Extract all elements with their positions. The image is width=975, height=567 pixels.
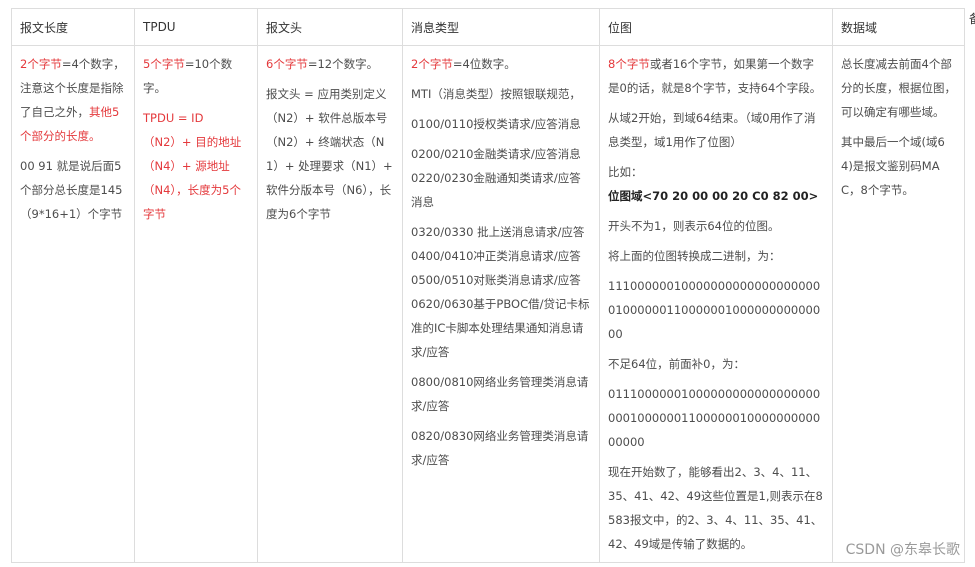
text: =4位数字。 [452,57,516,71]
text: =12个数字。 [307,57,379,71]
paragraph: 00 91 就是说后面5个部分总长度是145（9*16+1）个字节 [20,159,123,221]
cell-tpdu: 5个字节=10个数字。 TPDU = ID （N2）+ 目的地址 （N4）+ 源地址… [134,45,258,563]
paragraph: 现在开始数了，能够看出2、3、4、11、35、41、42、49这些位置是1,则表… [608,465,823,551]
header-message-length: 报文长度 [11,8,135,46]
highlight-text: 8个字节 [608,57,650,71]
truncated-header-char: 备 [969,10,975,27]
highlight-text: 2个字节 [20,57,62,71]
header-message-type: 消息类型 [402,8,600,46]
paragraph: MTI（消息类型）按照银联规范， [411,87,581,101]
cell-message-type: 2个字节=4位数字。 MTI（消息类型）按照银联规范， 0100/0110授权类… [402,45,600,563]
header-data-fields: 数据域 [832,8,965,46]
highlight-text: 6个字节 [266,57,308,71]
header-bitmap: 位图 [599,8,833,46]
text-line: （N2）+ 目的地址 [143,135,242,149]
paragraph: 其中最后一个域(域64)是报文鉴别码MAC，8个字节。 [841,135,945,197]
paragraph: 5个字节=10个数字。 [143,52,249,100]
highlight-text: 5个字节 [143,57,185,71]
paragraph: 0200/0210金融类请求/应答消息 0220/0230金融通知类请求/应答消… [411,147,581,209]
text-line: （N4）+ 源地址 [143,159,230,173]
paragraph: 8个字节或者16个字节，如果第一个数字是0的话，就是8个字节，支持64个字段。 [608,52,824,100]
text: 比如： [608,165,643,179]
watermark: CSDN @东皋长歌 [845,542,960,558]
paragraph: 比如： 位图域<70 20 00 00 20 C0 82 00> [608,160,824,208]
text-line: TPDU = ID [143,111,204,125]
paragraph: 6个字节=12个数字。 [266,52,394,76]
highlight-text: 2个字节 [411,57,453,71]
paragraph: 0800/0810网络业务管理类消息请求/应答 [411,375,589,413]
header-tpdu: TPDU [134,8,258,46]
table-row: 2个字节=4个数字，注意这个长度是指除了自己之外，其他5个部分的长度。 00 9… [11,45,965,563]
paragraph: 将上面的位图转换成二进制，为： [608,249,781,263]
cell-bitmap: 8个字节或者16个字节，如果第一个数字是0的话，就是8个字节，支持64个字段。 … [599,45,833,563]
cell-message-header: 6个字节=12个数字。 报文头 = 应用类别定义（N2）+ 软件总版本号（N2）… [257,45,403,563]
paragraph: 0820/0830网络业务管理类消息请求/应答 [411,429,589,467]
paragraph: TPDU = ID （N2）+ 目的地址 （N4）+ 源地址 （N4），长度为5个字节 [143,106,249,226]
paragraph: 开头不为1，则表示64位的位图。 [608,219,780,233]
text-line: （N4），长度为5个字节 [143,183,241,221]
binary-string: 1110000001000000000000000000001000000110… [608,279,821,341]
iso8583-message-structure-table: 报文长度 TPDU 报文头 消息类型 位图 数据域 2个字节=4个数字，注意这个… [11,8,965,563]
cell-message-length: 2个字节=4个数字，注意这个长度是指除了自己之外，其他5个部分的长度。 00 9… [11,45,135,563]
paragraph: 0100/0110授权类请求/应答消息 [411,117,581,131]
paragraph: 从域2开始，到域64结束。（域0用作了消息类型，域1用作了位图） [608,111,816,149]
paragraph: 0320/0330 批上送消息请求/应答 0400/0410冲正类消息请求/应答… [411,225,590,359]
paragraph: 2个字节=4位数字。 [411,52,591,76]
bitmap-example: 位图域<70 20 00 00 20 C0 82 00> [608,189,819,203]
paragraph: 总长度减去前面4个部分的长度，根据位图，可以确定有哪些域。 [841,57,956,119]
header-message-header: 报文头 [257,8,403,46]
paragraph: 不足64位，前面补0，为： [608,357,745,371]
cell-data-fields: 总长度减去前面4个部分的长度，根据位图，可以确定有哪些域。 其中最后一个域(域6… [832,45,965,563]
table-header-row: 报文长度 TPDU 报文头 消息类型 位图 数据域 [11,8,965,46]
paragraph: 2个字节=4个数字，注意这个长度是指除了自己之外，其他5个部分的长度。 [20,52,126,148]
binary-string: 0111000000100000000000000000000010000001… [608,387,821,449]
paragraph: 报文头 = 应用类别定义（N2）+ 软件总版本号（N2）+ 终端状态（N1）+ … [266,87,393,221]
